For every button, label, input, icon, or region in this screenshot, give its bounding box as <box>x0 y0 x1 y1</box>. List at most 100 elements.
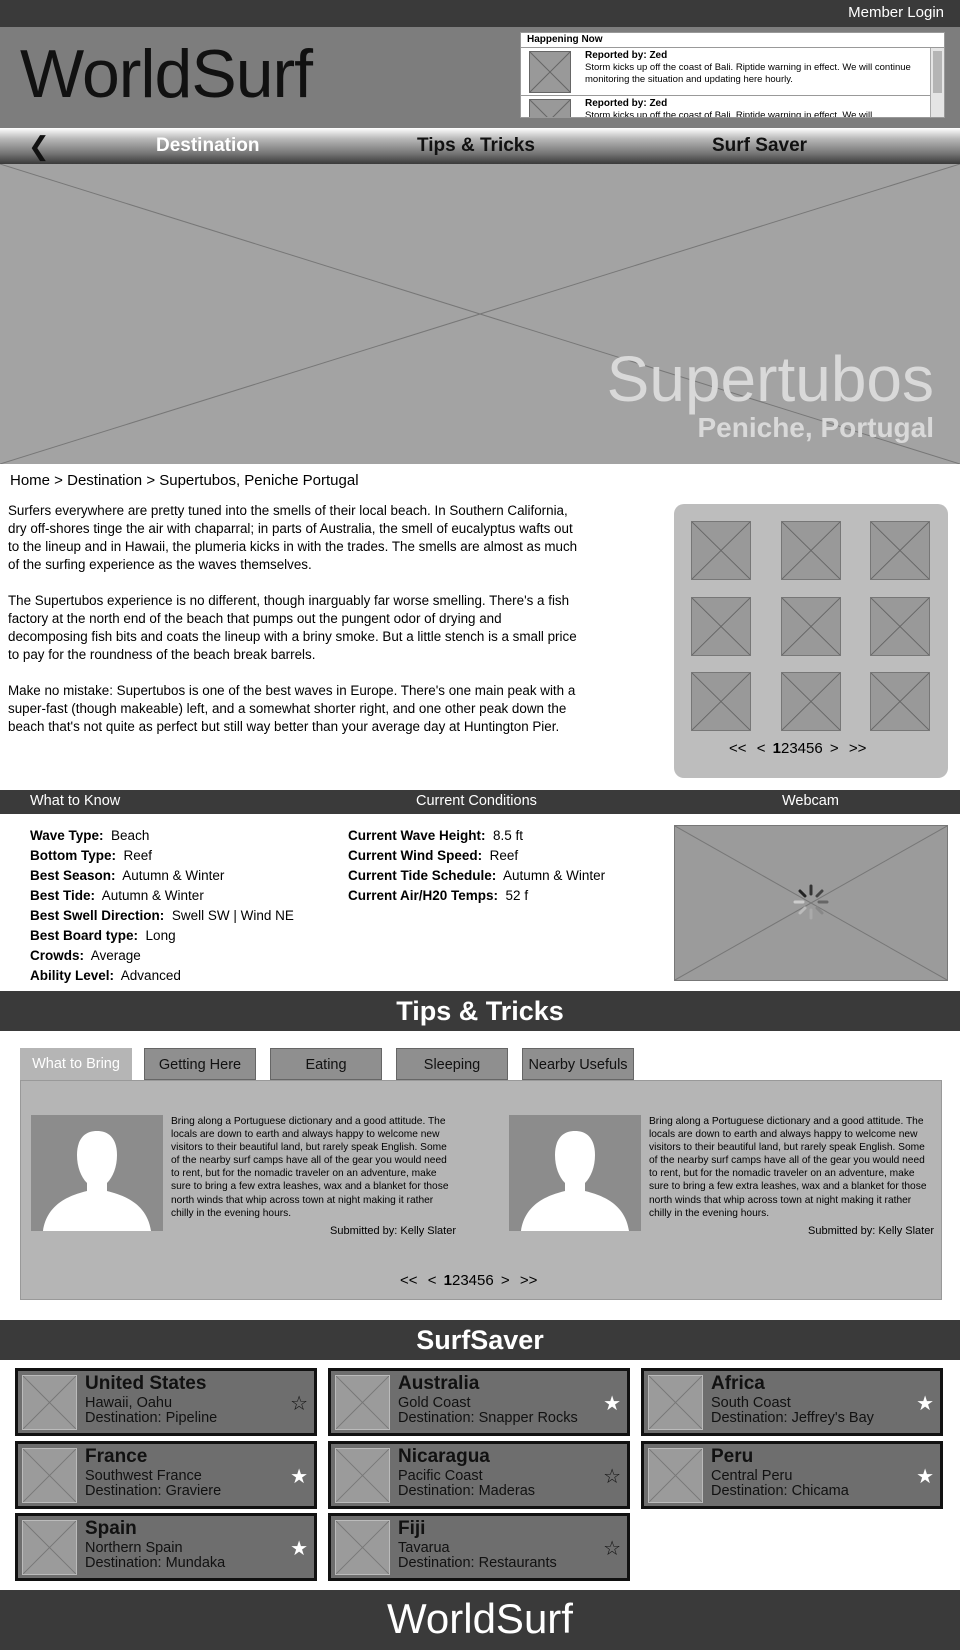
nav-surf-saver[interactable]: Surf Saver <box>712 135 807 157</box>
card-region: Pacific Coast <box>398 1468 483 1484</box>
nav-tips-tricks[interactable]: Tips & Tricks <box>417 135 535 157</box>
kv-row: Current Tide Schedule: Autumn & Winter <box>348 866 605 886</box>
kv-row: Best Swell Direction: Swell SW | Wind NE <box>30 906 294 926</box>
kv-row: Bottom Type: Reef <box>30 846 294 866</box>
current-conditions-list: Current Wave Height: 8.5 ft Current Wind… <box>348 826 605 906</box>
star-filled-icon[interactable]: ★ <box>916 1391 934 1416</box>
card-thumbnail <box>335 1520 390 1575</box>
gallery-thumbnail[interactable] <box>870 672 930 731</box>
star-filled-icon[interactable]: ★ <box>290 1536 308 1561</box>
gallery-thumbnail[interactable] <box>781 672 841 731</box>
gallery-thumbnail[interactable] <box>870 521 930 580</box>
tab-eating[interactable]: Eating <box>270 1048 382 1080</box>
breadcrumb[interactable]: Home > Destination > Supertubos, Peniche… <box>10 472 359 489</box>
star-outline-icon[interactable]: ☆ <box>290 1391 308 1416</box>
kv-label: Wave Type: <box>30 828 104 843</box>
pager-last[interactable]: >> <box>849 740 867 757</box>
pager-last[interactable]: >> <box>520 1272 538 1289</box>
tab-nearby-usefuls[interactable]: Nearby Usefuls <box>522 1048 634 1080</box>
card-region: Hawaii, Oahu <box>85 1395 173 1411</box>
pager-page[interactable]: 6 <box>485 1272 493 1289</box>
news-thumbnail <box>529 51 571 93</box>
kv-value: 52 f <box>505 888 529 903</box>
current-conditions-heading: Current Conditions <box>416 793 537 809</box>
news-thumbnail <box>529 99 571 117</box>
pager-first[interactable]: << <box>729 740 747 757</box>
pager-next[interactable]: > <box>501 1272 510 1289</box>
card-country: Peru <box>711 1446 754 1467</box>
pager-page[interactable]: 4 <box>798 740 806 757</box>
nav-destination[interactable]: Destination <box>156 135 259 157</box>
surfsaver-card[interactable]: France Southwest France Destination: Gravi… <box>15 1441 317 1509</box>
pager-page[interactable]: 3 <box>789 740 797 757</box>
pager-page[interactable]: 1 <box>773 740 781 757</box>
pager-first[interactable]: << <box>400 1272 418 1289</box>
site-logo[interactable]: WorldSurf <box>20 35 313 113</box>
surfsaver-card[interactable]: United States Hawaii, Oahu Destination: Pi… <box>15 1368 317 1436</box>
surfsaver-card[interactable]: Nicaragua Pacific Coast Destination: Mader… <box>328 1441 630 1509</box>
avatar <box>509 1115 641 1231</box>
star-filled-icon[interactable]: ★ <box>916 1464 934 1489</box>
surfsaver-card[interactable]: Australia Gold Coast Destination: Snapper … <box>328 1368 630 1436</box>
kv-label: Current Wind Speed: <box>348 848 483 863</box>
what-to-know-list: Wave Type: Beach Bottom Type: Reef Best … <box>30 826 294 986</box>
star-filled-icon[interactable]: ★ <box>603 1391 621 1416</box>
star-outline-icon[interactable]: ☆ <box>603 1464 621 1489</box>
card-region: Tavarua <box>398 1540 450 1556</box>
news-item[interactable]: Reported by: Zed Storm kicks up off the … <box>521 96 930 117</box>
pager-page[interactable]: 1 <box>444 1272 452 1289</box>
surfsaver-card[interactable]: Peru Central Peru Destination: Chicama ★ <box>641 1441 943 1509</box>
gallery-thumbnail[interactable] <box>781 597 841 656</box>
card-destination: Destination: Jeffrey's Bay <box>711 1410 874 1426</box>
gallery-thumbnail[interactable] <box>691 672 751 731</box>
news-item[interactable]: Reported by: Zed Storm kicks up off the … <box>521 48 930 96</box>
footer-logo[interactable]: WorldSurf <box>0 1590 960 1650</box>
tip-submitted-by: Submitted by: Kelly Slater <box>330 1225 456 1237</box>
news-scrollbar-thumb[interactable] <box>933 51 942 93</box>
happening-now-widget: Happening Now Reported by: Zed Storm kic… <box>520 32 945 118</box>
kv-label: Current Wave Height: <box>348 828 486 843</box>
gallery-thumbnail[interactable] <box>691 521 751 580</box>
star-filled-icon[interactable]: ★ <box>290 1464 308 1489</box>
card-country: United States <box>85 1373 207 1394</box>
pager-page[interactable]: 4 <box>469 1272 477 1289</box>
happening-now-title: Happening Now <box>521 33 944 48</box>
news-text: Storm kicks up off the coast of Bali. Ri… <box>585 62 911 85</box>
tips-panel: Bring along a Portuguese dictionary and … <box>20 1080 942 1300</box>
surfsaver-card[interactable]: Spain Northern Spain Destination: Mundaka ★ <box>15 1513 317 1581</box>
hero-title: Supertubos <box>606 343 934 415</box>
news-reporter: Reported by: Zed <box>585 98 668 109</box>
webcam-player[interactable] <box>674 825 948 981</box>
surfsaver-card[interactable]: Fiji Tavarua Destination: Restaurants ☆ <box>328 1513 630 1581</box>
member-login-link[interactable]: Member Login <box>848 4 944 21</box>
tips-pager: << < 123456 > >> <box>397 1272 540 1289</box>
pager-next[interactable]: > <box>830 740 839 757</box>
news-scrollbar[interactable] <box>930 48 944 117</box>
card-region: South Coast <box>711 1395 791 1411</box>
tab-sleeping[interactable]: Sleeping <box>396 1048 508 1080</box>
tab-getting-here[interactable]: Getting Here <box>144 1048 256 1080</box>
kv-row: Wave Type: Beach <box>30 826 294 846</box>
card-destination: Destination: Restaurants <box>398 1555 557 1571</box>
card-country: France <box>85 1446 148 1467</box>
gallery-thumbnail[interactable] <box>691 597 751 656</box>
pager-prev[interactable]: < <box>428 1272 437 1289</box>
star-outline-icon[interactable]: ☆ <box>603 1536 621 1561</box>
pager-prev[interactable]: < <box>757 740 766 757</box>
surfsaver-card[interactable]: Africa South Coast Destination: Jeffrey's … <box>641 1368 943 1436</box>
pager-page[interactable]: 6 <box>814 740 822 757</box>
hero-image: Supertubos Peniche, Portugal <box>0 164 960 464</box>
pager-page[interactable]: 3 <box>460 1272 468 1289</box>
card-thumbnail <box>335 1375 390 1430</box>
loading-spinner-icon <box>793 884 829 920</box>
kv-label: Current Air/H20 Temps: <box>348 888 499 903</box>
card-region: Southwest France <box>85 1468 202 1484</box>
kv-value: Beach <box>111 828 150 843</box>
card-thumbnail <box>335 1448 390 1503</box>
gallery-thumbnail[interactable] <box>781 521 841 580</box>
card-country: Africa <box>711 1373 765 1394</box>
chevron-left-icon[interactable]: ❮ <box>28 131 50 162</box>
kv-value: Swell SW | Wind NE <box>171 908 294 923</box>
gallery-thumbnail[interactable] <box>870 597 930 656</box>
tab-what-to-bring[interactable]: What to Bring <box>20 1048 132 1080</box>
